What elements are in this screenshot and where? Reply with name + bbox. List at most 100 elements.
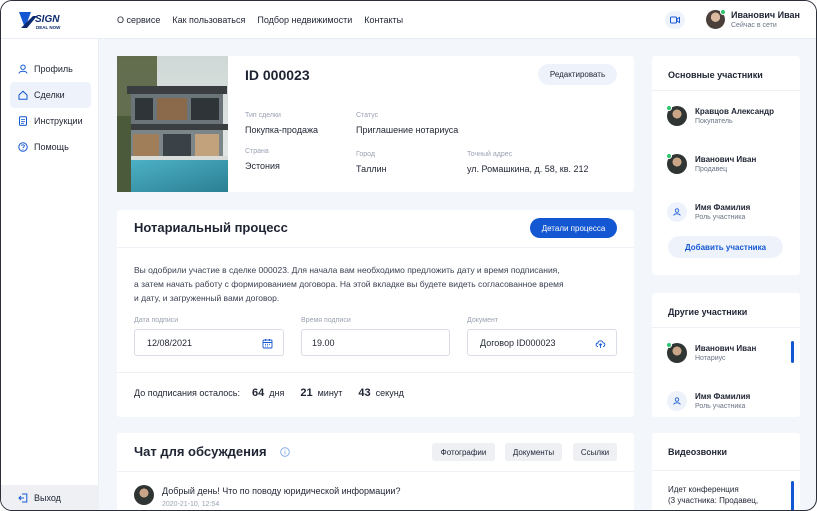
sidebar-item-label: Профиль <box>34 64 73 74</box>
address-label: Точный адрес <box>467 151 513 158</box>
home-icon <box>18 90 28 100</box>
divider <box>652 470 800 471</box>
sidebar-item-label: Сделки <box>34 90 65 100</box>
nav-property-search[interactable]: Подбор недвижимости <box>257 15 352 25</box>
countdown-days: 64 <box>252 387 265 399</box>
city-label: Город <box>356 151 375 158</box>
user-name: Иванович Иван <box>731 10 800 20</box>
document-field[interactable]: Договор ID000023 <box>467 329 617 356</box>
logo[interactable]: SIGN DEAL NOW <box>17 10 69 32</box>
sidebar-item-profile[interactable]: Профиль <box>10 56 91 82</box>
participant-item[interactable]: Имя Фамилия Роль участника <box>667 202 750 222</box>
participant-item[interactable]: Кравцов Александр Покупатель <box>666 105 774 126</box>
add-participant-button[interactable]: Добавить участника <box>668 236 783 258</box>
participant-role: Роль участника <box>695 214 746 221</box>
nav-contacts[interactable]: Контакты <box>364 15 403 25</box>
user-icon <box>673 208 681 216</box>
sidebar-item-instructions[interactable]: Инструкции <box>10 108 91 134</box>
chat-title: Чат для обсуждения <box>134 444 267 459</box>
chat-message: Добрый день! Что по поводу юридической и… <box>162 486 401 496</box>
participant-role: Нотариус <box>695 355 726 362</box>
edit-button[interactable]: Редактировать <box>538 64 617 85</box>
cloud-upload-icon[interactable] <box>595 338 606 349</box>
notary-line-2: а затем начать работу с формированием до… <box>134 279 564 289</box>
participant-item[interactable]: Имя Фамилия Роль участника <box>667 391 750 411</box>
logo-mark: SIGN DEAL NOW <box>19 12 61 30</box>
participant-name: Кравцов Александр <box>695 107 774 116</box>
countdown: До подписания осталось: 64 дня 21 минут … <box>134 387 420 399</box>
logo-text: SIGN <box>35 14 60 25</box>
property-photo <box>117 56 228 192</box>
online-indicator <box>720 9 726 15</box>
scrollbar-thumb[interactable] <box>791 481 794 510</box>
nav-about[interactable]: О сервисе <box>117 15 160 25</box>
countdown-label: До подписания осталось: <box>134 388 240 398</box>
document-label: Документ <box>467 317 499 324</box>
participant-avatar-placeholder <box>667 391 687 411</box>
video-call-button[interactable] <box>665 11 685 29</box>
signing-time-value: 19.00 <box>312 337 335 348</box>
process-details-button[interactable]: Детали процесса <box>530 218 617 238</box>
document-icon <box>19 116 27 126</box>
participant-avatar <box>666 342 687 363</box>
divider <box>652 90 800 91</box>
notary-title: Нотариальный процесс <box>134 220 288 235</box>
tab-links[interactable]: Ссылки <box>573 443 617 461</box>
countdown-seconds: 43 <box>358 387 371 399</box>
countdown-seconds-unit: секунд <box>375 388 404 398</box>
participant-item[interactable]: Иванович Иван Продавец <box>666 153 757 174</box>
calendar-icon[interactable] <box>262 338 273 349</box>
divider <box>652 327 800 328</box>
online-indicator <box>666 105 672 111</box>
info-icon[interactable] <box>280 447 290 457</box>
participant-name: Иванович Иван <box>695 344 757 353</box>
logout-icon <box>18 493 28 503</box>
signing-date-field[interactable]: 12/08/2021 <box>134 329 284 356</box>
signing-time-label: Время подписи <box>301 317 351 324</box>
user-icon <box>18 64 28 74</box>
deal-id: ID 000023 <box>245 67 310 83</box>
signing-date-value: 12/08/2021 <box>147 337 193 348</box>
video-camera-icon <box>670 16 680 24</box>
participant-role: Роль участника <box>695 403 746 410</box>
main-participants-title: Основные участники <box>668 70 763 80</box>
tab-documents[interactable]: Документы <box>505 443 562 461</box>
participant-name: Имя Фамилия <box>695 203 751 212</box>
sidebar-item-label: Инструкции <box>34 116 83 126</box>
sidebar-item-help[interactable]: Помощь <box>10 134 91 160</box>
sidebar-item-deals[interactable]: Сделки <box>10 82 91 108</box>
user-avatar <box>706 9 726 29</box>
countdown-minutes: 21 <box>300 387 313 399</box>
logout-label: Выход <box>34 493 61 503</box>
sidebar-item-label: Помощь <box>34 142 69 152</box>
participant-name: Имя Фамилия <box>695 392 751 401</box>
deal-type-value: Покупка-продажа <box>245 125 318 135</box>
participant-name: Иванович Иван <box>695 155 757 164</box>
divider <box>117 372 634 373</box>
video-calls-title: Видеозвонки <box>668 447 727 457</box>
divider <box>117 471 634 472</box>
user-status: Сейчас в сети <box>731 22 777 29</box>
logout-button[interactable]: Выход <box>1 485 99 510</box>
tab-photos[interactable]: Фотографии <box>432 443 495 461</box>
notary-card <box>117 210 634 417</box>
scrollbar-thumb[interactable] <box>791 341 794 363</box>
deal-type-label: Тип сделки <box>245 112 281 119</box>
participant-role: Покупатель <box>695 118 733 125</box>
country-label: Страна <box>245 148 269 155</box>
participant-avatar <box>666 105 687 126</box>
conference-participants: (3 участника: Продавец, <box>668 496 759 505</box>
signing-time-field[interactable]: 19.00 <box>301 329 450 356</box>
nav-how-to-use[interactable]: Как пользоваться <box>172 15 245 25</box>
user-menu[interactable]: Иванович Иван Сейчас в сети <box>706 9 800 29</box>
participant-role: Продавец <box>695 166 728 173</box>
status-value: Приглашение нотариуса <box>356 125 459 135</box>
online-indicator <box>666 153 672 159</box>
sidebar: Профиль Сделки Инструкции Помощь <box>1 39 99 510</box>
app-window: SIGN DEAL NOW О сервисе Как пользоваться… <box>0 0 817 511</box>
participant-item[interactable]: Иванович Иван Нотариус <box>666 342 757 363</box>
status-label: Статус <box>356 112 379 119</box>
countdown-minutes-unit: минут <box>317 388 343 398</box>
participant-avatar-placeholder <box>667 202 687 222</box>
top-nav: О сервисе Как пользоваться Подбор недвиж… <box>117 15 403 25</box>
